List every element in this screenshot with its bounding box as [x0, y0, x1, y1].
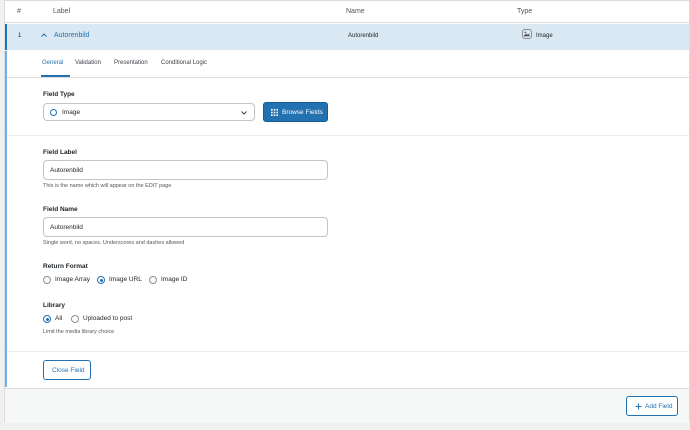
close-field-button[interactable]: Close Field	[43, 360, 91, 380]
radio-label: Uploaded to post	[83, 315, 133, 322]
tab-general[interactable]: General	[42, 60, 63, 66]
field-name-hint: Single word, no spaces. Underscores and …	[43, 240, 185, 246]
radio-label: Image ID	[161, 276, 188, 283]
field-row-type: Image	[536, 33, 553, 39]
grid-icon	[271, 109, 278, 116]
radio-dot[interactable]	[43, 276, 51, 284]
radio-dot[interactable]	[97, 276, 105, 284]
return-format-heading: Return Format	[43, 263, 88, 270]
radio-dot[interactable]	[43, 315, 51, 323]
field-name-heading: Field Name	[43, 206, 78, 213]
tab-conditional-logic[interactable]: Conditional Logic	[161, 60, 207, 66]
field-name-value: Autorenbild	[50, 224, 83, 231]
radio-dot[interactable]	[71, 315, 79, 323]
chevron-down-icon	[241, 111, 247, 115]
field-type-value: Image	[62, 109, 81, 116]
field-name-input[interactable]: Autorenbild	[43, 217, 328, 237]
column-header-label: Label	[53, 8, 71, 15]
close-field-label: Close Field	[52, 367, 85, 374]
field-row-name: Autorenbild	[348, 33, 379, 39]
field-label-value: Autorenbild	[50, 167, 83, 174]
library-heading: Library	[43, 302, 66, 309]
field-label-input[interactable]: Autorenbild	[43, 160, 328, 180]
field-group-footer: Add Field	[5, 388, 689, 423]
radio-label: All	[55, 315, 63, 322]
fields-table-header: # Label Name Type	[5, 1, 689, 23]
field-type-select[interactable]: Image	[43, 103, 255, 121]
image-type-icon	[50, 109, 57, 116]
add-field-button[interactable]: Add Field	[626, 396, 678, 416]
plus-icon	[635, 403, 642, 410]
browse-fields-button[interactable]: Browse Fields	[263, 102, 328, 122]
field-type-label: Field Type	[43, 91, 75, 98]
tab-validation[interactable]: Validation	[75, 60, 101, 66]
column-header-name: Name	[346, 8, 365, 15]
radio-dot[interactable]	[149, 276, 157, 284]
library-hint: Limit the media library choice	[43, 329, 115, 335]
browse-fields-label: Browse Fields	[282, 109, 323, 116]
field-row[interactable]: 1 Autorenbild Autorenbild Image	[5, 24, 689, 50]
image-icon	[522, 29, 532, 39]
tab-presentation[interactable]: Presentation	[114, 60, 148, 66]
active-tab-indicator	[41, 75, 70, 77]
settings-tabs: General Validation Presentation Conditio…	[7, 51, 689, 78]
field-row-index: 1	[18, 33, 22, 39]
section-divider	[7, 135, 689, 136]
section-divider	[7, 351, 689, 352]
field-group-panel: # Label Name Type 1 Autorenbild Autorenb…	[4, 0, 690, 423]
field-settings: General Validation Presentation Conditio…	[5, 51, 689, 387]
field-label-heading: Field Label	[43, 149, 77, 156]
column-header-type: Type	[517, 8, 533, 15]
field-label-hint: This is the name which will appear on th…	[43, 183, 172, 189]
radio-label: Image URL	[109, 276, 142, 283]
column-header-index: #	[17, 8, 21, 15]
add-field-label: Add Field	[645, 403, 673, 410]
chevron-up-icon[interactable]	[40, 31, 48, 39]
field-row-label[interactable]: Autorenbild	[54, 32, 89, 39]
radio-label: Image Array	[55, 276, 91, 283]
